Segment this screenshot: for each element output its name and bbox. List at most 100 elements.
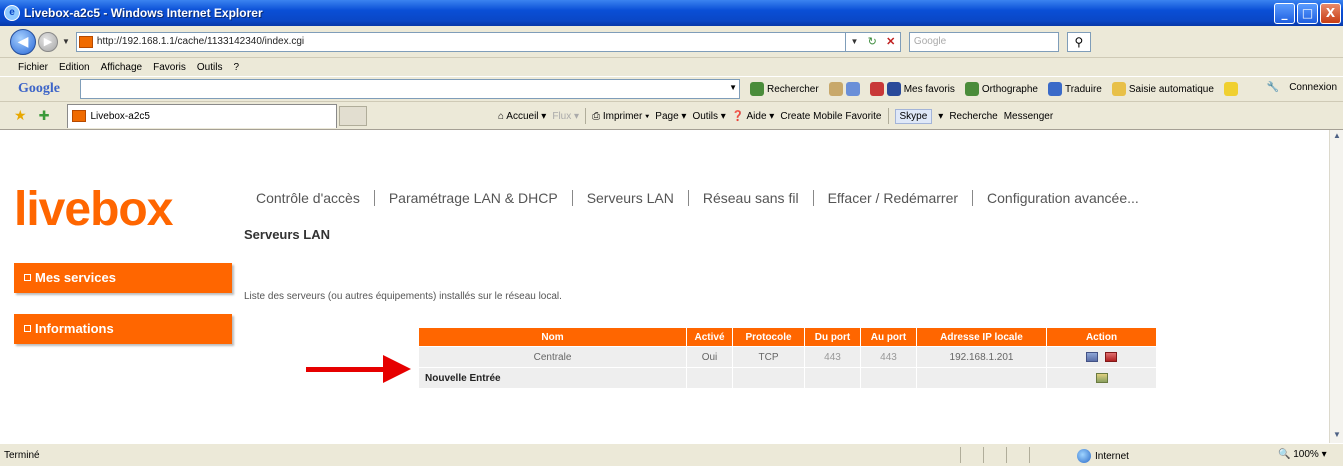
home-button[interactable]: ⌂ Accueil ▾	[498, 111, 546, 122]
print-label: Imprimer	[602, 110, 643, 122]
status-separators	[960, 447, 1030, 463]
traduire-label: Traduire	[1064, 83, 1102, 95]
add-favorite-icon[interactable]: ✚	[39, 108, 50, 124]
menu-outils[interactable]: Outils	[197, 62, 223, 73]
help-menu-label: Aide	[746, 110, 767, 122]
menu-affichage[interactable]: Affichage	[101, 62, 143, 73]
status-text: Terminé	[4, 449, 40, 461]
nav-serveurs-lan[interactable]: Serveurs LAN	[571, 190, 688, 206]
forward-button[interactable]: ▶	[38, 31, 58, 52]
saisie-button[interactable]: Saisie automatique	[1111, 82, 1214, 96]
history-dropdown-icon[interactable]: ▼	[62, 37, 70, 46]
delete-icon[interactable]	[1104, 351, 1117, 362]
connexion-link[interactable]: Connexion	[1289, 82, 1337, 93]
menu-help[interactable]: ?	[233, 62, 239, 73]
nav-parametrage-lan[interactable]: Paramétrage LAN & DHCP	[373, 190, 572, 206]
address-dropdown-icon[interactable]: ▼	[851, 37, 859, 46]
add-icon[interactable]	[1095, 372, 1108, 383]
tools-menu-button[interactable]: Outils ▾	[692, 111, 725, 122]
bullet-icon	[24, 274, 31, 281]
zoom-control[interactable]: 🔍 100% ▾	[1278, 449, 1327, 460]
tab-livebox[interactable]: Livebox-a2c5	[67, 103, 338, 128]
google-toolbar: Google ▼ Rechercher Mes favoris Orthogra…	[0, 76, 1343, 102]
help-menu-button[interactable]: ❓ Aide ▾	[732, 111, 775, 122]
chevron-down-icon[interactable]: ▼	[729, 83, 737, 92]
title-bar: e Livebox-a2c5 - Windows Internet Explor…	[0, 0, 1343, 26]
tools-icon	[828, 82, 843, 96]
misc-tools[interactable]	[828, 82, 860, 96]
google-logo: Google	[18, 81, 60, 96]
google-search-input[interactable]: ▼	[80, 79, 740, 99]
side-mes-services[interactable]: Mes services	[14, 263, 232, 293]
separator	[887, 108, 889, 124]
ie-window: e Livebox-a2c5 - Windows Internet Explor…	[0, 0, 1343, 466]
command-bar: ⌂ Accueil ▾ Flux ▾ ⎙ Imprimer ▾ Page ▾ O…	[498, 108, 1053, 124]
nav-configuration-avancee[interactable]: Configuration avancée...	[972, 190, 1153, 206]
maximize-button[interactable]: □	[1297, 3, 1318, 24]
orthographe-button[interactable]: Orthographe	[964, 82, 1038, 96]
menu-favoris[interactable]: Favoris	[153, 62, 186, 73]
stop-icon[interactable]: ✕	[886, 35, 895, 48]
scroll-down-icon[interactable]: ▼	[1331, 430, 1343, 442]
mes-favoris-button[interactable]: Mes favoris	[869, 82, 955, 96]
zoom-level: 100%	[1293, 449, 1319, 460]
page-icon	[78, 35, 93, 48]
nav-effacer-redemarrer[interactable]: Effacer / Redémarrer	[812, 190, 972, 206]
cell-action	[1046, 346, 1157, 368]
globe-icon	[1077, 449, 1091, 463]
create-mobile-favorite-button[interactable]: Create Mobile Favorite	[780, 111, 881, 122]
search-icon[interactable]: ⚲	[1066, 31, 1091, 52]
col-adresse-ip: Adresse IP locale	[916, 327, 1047, 347]
plus-icon	[845, 82, 860, 96]
recherche-label: Recherche	[949, 110, 998, 122]
edit-icon[interactable]	[1086, 351, 1099, 362]
servers-table: Nom Activé Protocole Du port Au port Adr…	[418, 327, 1157, 389]
close-button[interactable]: X	[1320, 3, 1341, 24]
back-button[interactable]: ◀	[10, 28, 36, 55]
side-informations[interactable]: Informations	[14, 314, 232, 344]
magnifier-icon: 🔍	[1278, 449, 1291, 460]
minimize-button[interactable]: _	[1274, 3, 1295, 24]
page-menu-button[interactable]: Page ▾	[655, 111, 686, 122]
red-arrow-shaft	[306, 367, 386, 372]
cell-nom: Centrale	[418, 346, 687, 368]
address-url[interactable]: http://192.168.1.1/cache/1133142340/inde…	[97, 36, 304, 47]
messenger-label: Messenger	[1003, 110, 1054, 122]
messenger-button[interactable]: Messenger	[1004, 111, 1053, 122]
print-button[interactable]: ⎙ Imprimer ▾	[592, 111, 649, 122]
feeds-label: Flux	[552, 110, 572, 122]
home-icon: ⌂	[498, 110, 505, 122]
favorites-star-icon[interactable]: ★	[14, 107, 27, 124]
security-zone[interactable]: Internet	[1077, 449, 1129, 463]
traduire-button[interactable]: Traduire	[1047, 82, 1102, 96]
recherche-button[interactable]: Recherche	[949, 111, 997, 122]
highlight-button[interactable]	[1223, 82, 1238, 96]
window-controls: _ □ X	[1274, 3, 1341, 24]
vertical-scrollbar[interactable]: ▲ ▼	[1329, 130, 1343, 443]
livebox-logo[interactable]: livebox	[14, 182, 173, 237]
skype-button[interactable]: Skype	[894, 108, 933, 124]
col-action: Action	[1046, 327, 1157, 347]
tab-label: Livebox-a2c5	[90, 110, 150, 122]
saisie-label: Saisie automatique	[1128, 83, 1214, 95]
autofill-icon	[1111, 82, 1126, 96]
wrench-icon[interactable]: 🔧	[1267, 82, 1279, 93]
menu-edition[interactable]: Edition	[59, 62, 90, 73]
cell-action-new	[1046, 367, 1157, 389]
menu-fichier[interactable]: Fichier	[18, 62, 48, 73]
separator	[585, 108, 587, 124]
print-icon: ⎙	[592, 110, 601, 122]
new-tab-button[interactable]	[339, 105, 368, 126]
google-right-tools: 🔧 Connexion	[1267, 82, 1337, 93]
address-field[interactable]: http://192.168.1.1/cache/1133142340/inde…	[75, 31, 846, 52]
spellcheck-icon	[964, 82, 979, 96]
feeds-button[interactable]: Flux ▾	[552, 111, 579, 122]
nav-reseau-sans-fil[interactable]: Réseau sans fil	[687, 190, 813, 206]
cell-au-port: 443	[860, 346, 917, 368]
rechercher-button[interactable]: Rechercher	[750, 82, 819, 96]
nav-controle-acces[interactable]: Contrôle d'accès	[244, 190, 374, 206]
separator	[1006, 447, 1007, 463]
refresh-icon[interactable]: ↻	[868, 35, 877, 48]
scroll-up-icon[interactable]: ▲	[1331, 131, 1343, 143]
search-input[interactable]: Google	[908, 31, 1059, 52]
